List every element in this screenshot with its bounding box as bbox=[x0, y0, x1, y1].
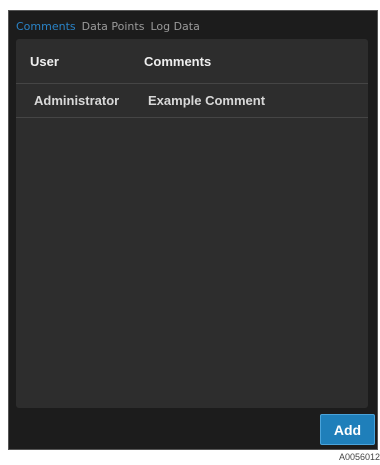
column-header-comments[interactable]: Comments bbox=[144, 54, 211, 69]
comments-table: User Comments Administrator Example Comm… bbox=[16, 39, 368, 408]
cell-comment: Example Comment bbox=[148, 93, 266, 108]
cell-user: Administrator bbox=[34, 93, 120, 108]
figure-code: A0056012 bbox=[338, 452, 380, 462]
table-header: User Comments bbox=[16, 39, 368, 84]
column-header-user[interactable]: User bbox=[16, 54, 144, 69]
tab-bar: Comments Data Points Log Data bbox=[16, 16, 206, 36]
tab-comments[interactable]: Comments bbox=[16, 20, 76, 33]
table-row[interactable]: Administrator Example Comment bbox=[16, 84, 368, 118]
tab-log-data[interactable]: Log Data bbox=[150, 20, 199, 33]
add-button[interactable]: Add bbox=[320, 414, 375, 445]
tab-data-points[interactable]: Data Points bbox=[82, 20, 145, 33]
